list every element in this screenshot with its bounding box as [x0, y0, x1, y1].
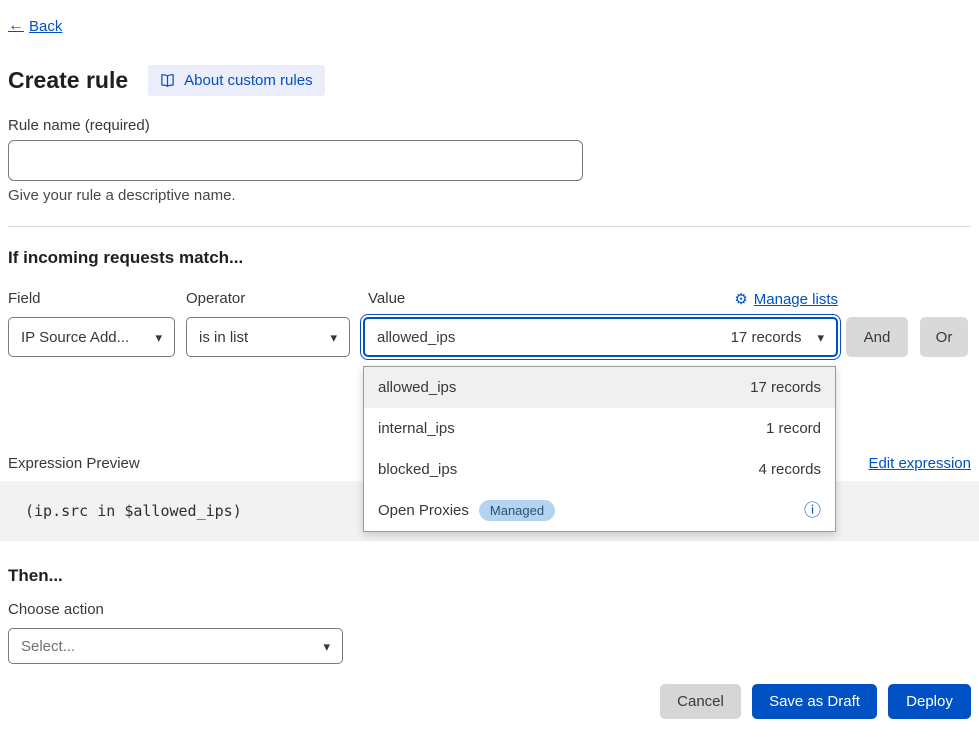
- back-label: Back: [29, 18, 62, 35]
- save-as-draft-button[interactable]: Save as Draft: [752, 684, 877, 719]
- value-column-label: Value: [368, 290, 405, 307]
- list-item-open-proxies[interactable]: Open Proxies Managed ⓘ: [364, 490, 835, 531]
- page-title: Create rule: [8, 67, 128, 94]
- back-link[interactable]: ← Back: [8, 17, 62, 35]
- rule-name-input[interactable]: [8, 140, 583, 181]
- list-item-name: Open Proxies: [378, 502, 469, 519]
- list-item-name: allowed_ips: [378, 379, 456, 396]
- book-icon: [160, 73, 175, 88]
- chevron-down-icon: ▾: [155, 331, 162, 344]
- field-select-value: IP Source Add...: [21, 329, 129, 346]
- chevron-down-icon: ▾: [330, 331, 337, 344]
- expression-preview-label: Expression Preview: [8, 455, 140, 472]
- cancel-button[interactable]: Cancel: [660, 684, 741, 719]
- field-column-label: Field: [8, 290, 41, 307]
- list-item-records: 1 record: [766, 420, 821, 437]
- create-rule-page: ← Back Create rule About custom rules Ru…: [0, 0, 979, 739]
- list-dropdown-menu: allowed_ips 17 records internal_ips 1 re…: [363, 366, 836, 532]
- expression-code: (ip.src in $allowed_ips): [25, 502, 242, 520]
- manage-lists: ⚙ Manage lists: [734, 290, 838, 308]
- deploy-button[interactable]: Deploy: [888, 684, 971, 719]
- title-row: Create rule About custom rules: [8, 65, 325, 96]
- gear-icon: ⚙: [734, 290, 747, 308]
- chevron-down-icon: ▾: [817, 331, 824, 344]
- choose-action-label: Choose action: [8, 601, 104, 618]
- value-select-records: 17 records: [731, 329, 802, 346]
- rule-name-helper: Give your rule a descriptive name.: [8, 187, 236, 204]
- list-item-name: blocked_ips: [378, 461, 457, 478]
- edit-expression-link[interactable]: Edit expression: [868, 455, 971, 472]
- operator-select[interactable]: is in list ▾: [186, 317, 350, 357]
- and-button[interactable]: And: [846, 317, 908, 357]
- list-item-records: 4 records: [758, 461, 821, 478]
- match-section-heading: If incoming requests match...: [8, 248, 243, 268]
- back-arrow-icon: ←: [8, 17, 24, 35]
- section-divider: [8, 226, 971, 227]
- field-select[interactable]: IP Source Add... ▾: [8, 317, 175, 357]
- or-button[interactable]: Or: [920, 317, 968, 357]
- info-icon[interactable]: ⓘ: [804, 502, 821, 519]
- list-item-internal-ips[interactable]: internal_ips 1 record: [364, 408, 835, 449]
- list-item-name: internal_ips: [378, 420, 455, 437]
- list-item-blocked-ips[interactable]: blocked_ips 4 records: [364, 449, 835, 490]
- value-select-value: allowed_ips: [377, 329, 455, 346]
- action-select-placeholder: Select...: [21, 638, 75, 655]
- about-custom-rules-link[interactable]: About custom rules: [148, 65, 324, 96]
- chevron-down-icon: ▾: [323, 640, 330, 653]
- managed-badge: Managed: [479, 500, 555, 521]
- list-item-allowed-ips[interactable]: allowed_ips 17 records: [364, 367, 835, 408]
- action-select[interactable]: Select... ▾: [8, 628, 343, 664]
- operator-column-label: Operator: [186, 290, 245, 307]
- value-select[interactable]: allowed_ips 17 records ▾: [363, 317, 838, 357]
- manage-lists-link[interactable]: Manage lists: [754, 291, 838, 308]
- about-custom-rules-label: About custom rules: [184, 72, 312, 89]
- operator-select-value: is in list: [199, 329, 248, 346]
- list-item-records: 17 records: [750, 379, 821, 396]
- rule-name-label: Rule name (required): [8, 117, 150, 134]
- then-section-heading: Then...: [8, 566, 63, 586]
